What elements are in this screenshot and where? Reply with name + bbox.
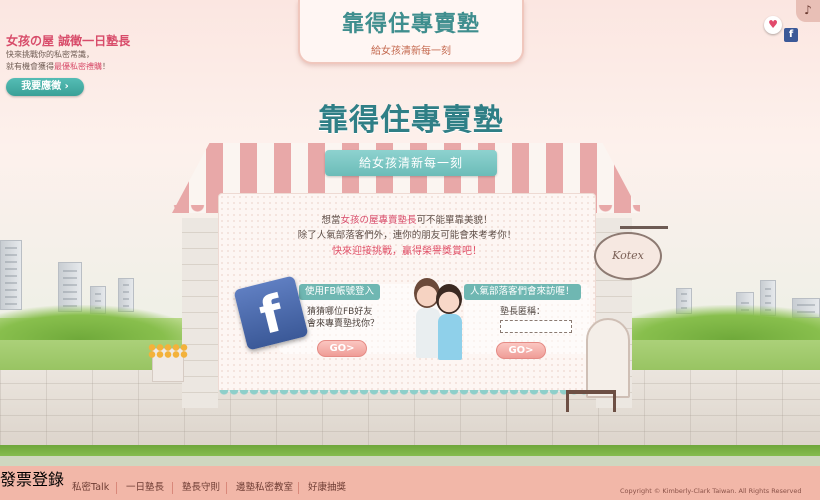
intro-line-2: 除了人氣部落客們外，連你的朋友可能會來考考你！ xyxy=(297,230,517,241)
fb-panel-line-2: 會來專賣塾找你？ xyxy=(307,319,380,329)
shop-logo: 靠得住專賣塾 xyxy=(296,95,526,139)
blogger-panel-header: 人氣部落客們會來訪喔！ xyxy=(464,284,581,300)
grass-right xyxy=(600,305,820,340)
nickname-input[interactable] xyxy=(500,320,572,333)
blogger-panel: 人氣部落客們會來訪喔！ 塾長匿稱： GO> xyxy=(464,284,590,359)
nav-divider xyxy=(298,482,299,494)
shop-logo-text: 靠得住專賣塾 xyxy=(318,103,504,138)
board-scallop-trim xyxy=(219,390,595,398)
promo-line-1: 快來挑戰你的私密常識， xyxy=(6,50,94,59)
kotex-hanging-sign: Kotex xyxy=(594,232,662,280)
nav-item-rules[interactable]: 塾長守則 xyxy=(182,481,220,495)
banner-logo-text: 靠得住專賣塾 xyxy=(341,11,480,37)
facebook-icon[interactable]: f xyxy=(784,28,798,42)
grass-left xyxy=(0,305,200,340)
copyright-text: Copyright © Kimberly-Clark Taiwan. All R… xyxy=(620,487,802,495)
promo-line-2: 就有機會獲得最優私密禮購！ xyxy=(6,61,176,73)
shop-tagline-ribbon: 給女孩清新每一刻 xyxy=(325,150,497,176)
brick-pillar-left xyxy=(182,218,218,408)
nav-item-classroom[interactable]: 邊塾私密教室 xyxy=(236,481,293,495)
promo-title: 女孩の屋 誠徵一日塾長 xyxy=(6,34,131,48)
intro-line-1-post: 可不能單靠美貌！ xyxy=(416,215,493,226)
nav-divider xyxy=(116,482,117,494)
nav-item-one-day-head[interactable]: 一日塾長 xyxy=(126,481,164,495)
fb-go-button[interactable]: GO> xyxy=(317,340,367,357)
top-banner-logo[interactable]: 靠得住專賣塾 給女孩清新每一刻 xyxy=(298,0,524,64)
music-note-icon[interactable]: ♪ xyxy=(796,0,820,22)
blogger-go-button[interactable]: GO> xyxy=(496,342,546,359)
recruit-promo: 女孩の屋 誠徵一日塾長 快來挑戰你的私密常識， 就有機會獲得最優私密禮購！ 我要… xyxy=(6,32,176,96)
nav-divider xyxy=(172,482,173,494)
nav-divider xyxy=(226,482,227,494)
intro-line-1-pre: 想當 xyxy=(321,215,341,226)
curb xyxy=(0,456,820,466)
nav-item-private-talk[interactable]: 私密Talk xyxy=(72,481,109,495)
intro-line-3: 快來迎接挑戰，贏得榮譽獎賞吧！ xyxy=(332,246,482,257)
fb-panel-line-1: 猜猜哪位FB好友 xyxy=(307,307,373,317)
promo-line-2-post: ！ xyxy=(102,62,110,71)
blogger-girls-photo xyxy=(414,278,466,362)
banner-tagline: 給女孩清新每一刻 xyxy=(371,46,451,57)
building xyxy=(0,240,22,310)
nav-item-lottery[interactable]: 好康抽獎 xyxy=(308,481,346,495)
bench xyxy=(566,390,616,412)
intro-line-1-highlight: 女孩の屋專賣塾長 xyxy=(340,215,417,226)
fb-panel-header: 使用FB帳號登入 xyxy=(299,284,380,300)
apply-button-label: 我要應徵 xyxy=(21,81,62,92)
nickname-label: 塾長匿稱： xyxy=(500,307,546,317)
promo-line-2-pre: 就有機會獲得 xyxy=(6,62,54,71)
flower-icon xyxy=(148,344,188,358)
menu-stand xyxy=(586,318,630,398)
intro-line-1: 想當女孩の屋專賣塾長可不能單靠美貌！ xyxy=(219,212,595,226)
sign-bracket xyxy=(620,226,668,229)
promo-line-2-highlight: 最優私密禮購 xyxy=(54,62,102,71)
heart-icon[interactable]: ♥ xyxy=(764,16,782,34)
apply-button[interactable]: 我要應徵 › xyxy=(6,78,84,96)
